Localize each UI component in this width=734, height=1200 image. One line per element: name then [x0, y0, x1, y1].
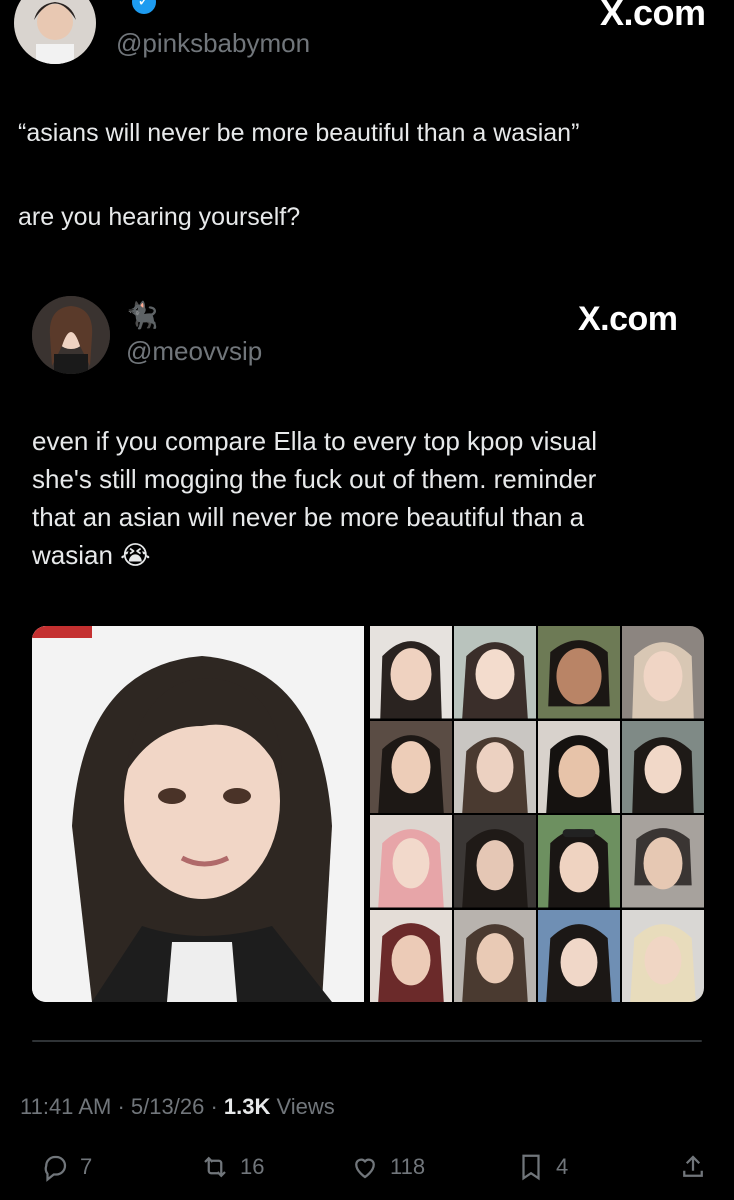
quote-text-line3: that an asian will never be more beautif… — [32, 502, 585, 532]
reply-button[interactable]: 7 — [40, 1152, 92, 1182]
grid-photo[interactable] — [370, 720, 452, 813]
grid-photo[interactable] — [370, 909, 452, 1002]
quote-name-emoji: 🐈‍⬛ — [126, 300, 159, 330]
grid-photo[interactable] — [622, 909, 704, 1002]
quote-avatar[interactable] — [32, 296, 110, 374]
grid-photo[interactable] — [622, 720, 704, 813]
heart-icon — [355, 1158, 375, 1179]
grid-photo[interactable] — [538, 909, 620, 1002]
meta-dot: · — [117, 1094, 131, 1119]
action-bar: 7 16 118 4 — [0, 1150, 734, 1190]
repost-button[interactable]: 16 — [200, 1152, 264, 1182]
grid-photo[interactable] — [622, 626, 704, 719]
verified-badge-icon: ✓ — [132, 0, 156, 14]
like-button[interactable]: 118 — [350, 1152, 425, 1182]
grid-photo[interactable] — [538, 815, 620, 908]
views-count: 1.3K — [223, 1094, 271, 1119]
like-count: 118 — [390, 1154, 426, 1179]
quote-card-divider — [32, 1040, 702, 1042]
tweet-time: 11:41 AM — [20, 1094, 112, 1119]
grid-photo[interactable] — [454, 815, 536, 908]
repost-icon — [204, 1156, 226, 1178]
grid-photo[interactable] — [454, 626, 536, 719]
reply-icon — [44, 1155, 67, 1182]
portrait-photo[interactable] — [32, 626, 364, 1002]
grid-photo[interactable] — [622, 815, 704, 908]
reply-count: 7 — [80, 1154, 93, 1179]
grid-photo[interactable] — [538, 720, 620, 813]
quote-handle[interactable]: @meovvsip — [126, 336, 262, 367]
main-tweet-text-line1: “asians will never be more beautiful tha… — [18, 119, 580, 147]
bookmark-count: 4 — [556, 1154, 569, 1179]
bookmark-icon — [522, 1154, 540, 1181]
share-icon — [683, 1155, 703, 1177]
quote-text-line2: she's still mogging the fuck out of them… — [32, 464, 597, 494]
grid-photo[interactable] — [370, 815, 452, 908]
main-avatar[interactable] — [14, 0, 96, 64]
views-label: Views — [276, 1094, 335, 1119]
grid-photo[interactable] — [454, 909, 536, 1002]
repost-count: 16 — [240, 1154, 265, 1179]
main-site-watermark: X.com — [600, 0, 706, 33]
meta-dot: · — [210, 1094, 224, 1119]
grid-photo[interactable] — [538, 626, 620, 719]
quote-text-line4: wasian 😭 — [32, 540, 151, 570]
photo-grid[interactable] — [370, 626, 704, 1002]
tweet-date[interactable]: 5/13/26 — [131, 1094, 204, 1119]
share-button[interactable] — [678, 1152, 718, 1182]
main-tweet-text-line2: are you hearing yourself? — [18, 203, 301, 231]
grid-photo[interactable] — [370, 626, 452, 719]
tweet-meta: 11:41 AM · 5/13/26 · 1.3K Views — [20, 1094, 335, 1120]
quote-site-watermark: X.com — [578, 300, 678, 338]
quote-text-line1: even if you compare Ella to every top kp… — [32, 426, 598, 456]
bookmark-button[interactable]: 4 — [516, 1152, 568, 1182]
grid-photo[interactable] — [454, 720, 536, 813]
main-handle[interactable]: @pinksbabymon — [116, 28, 310, 59]
